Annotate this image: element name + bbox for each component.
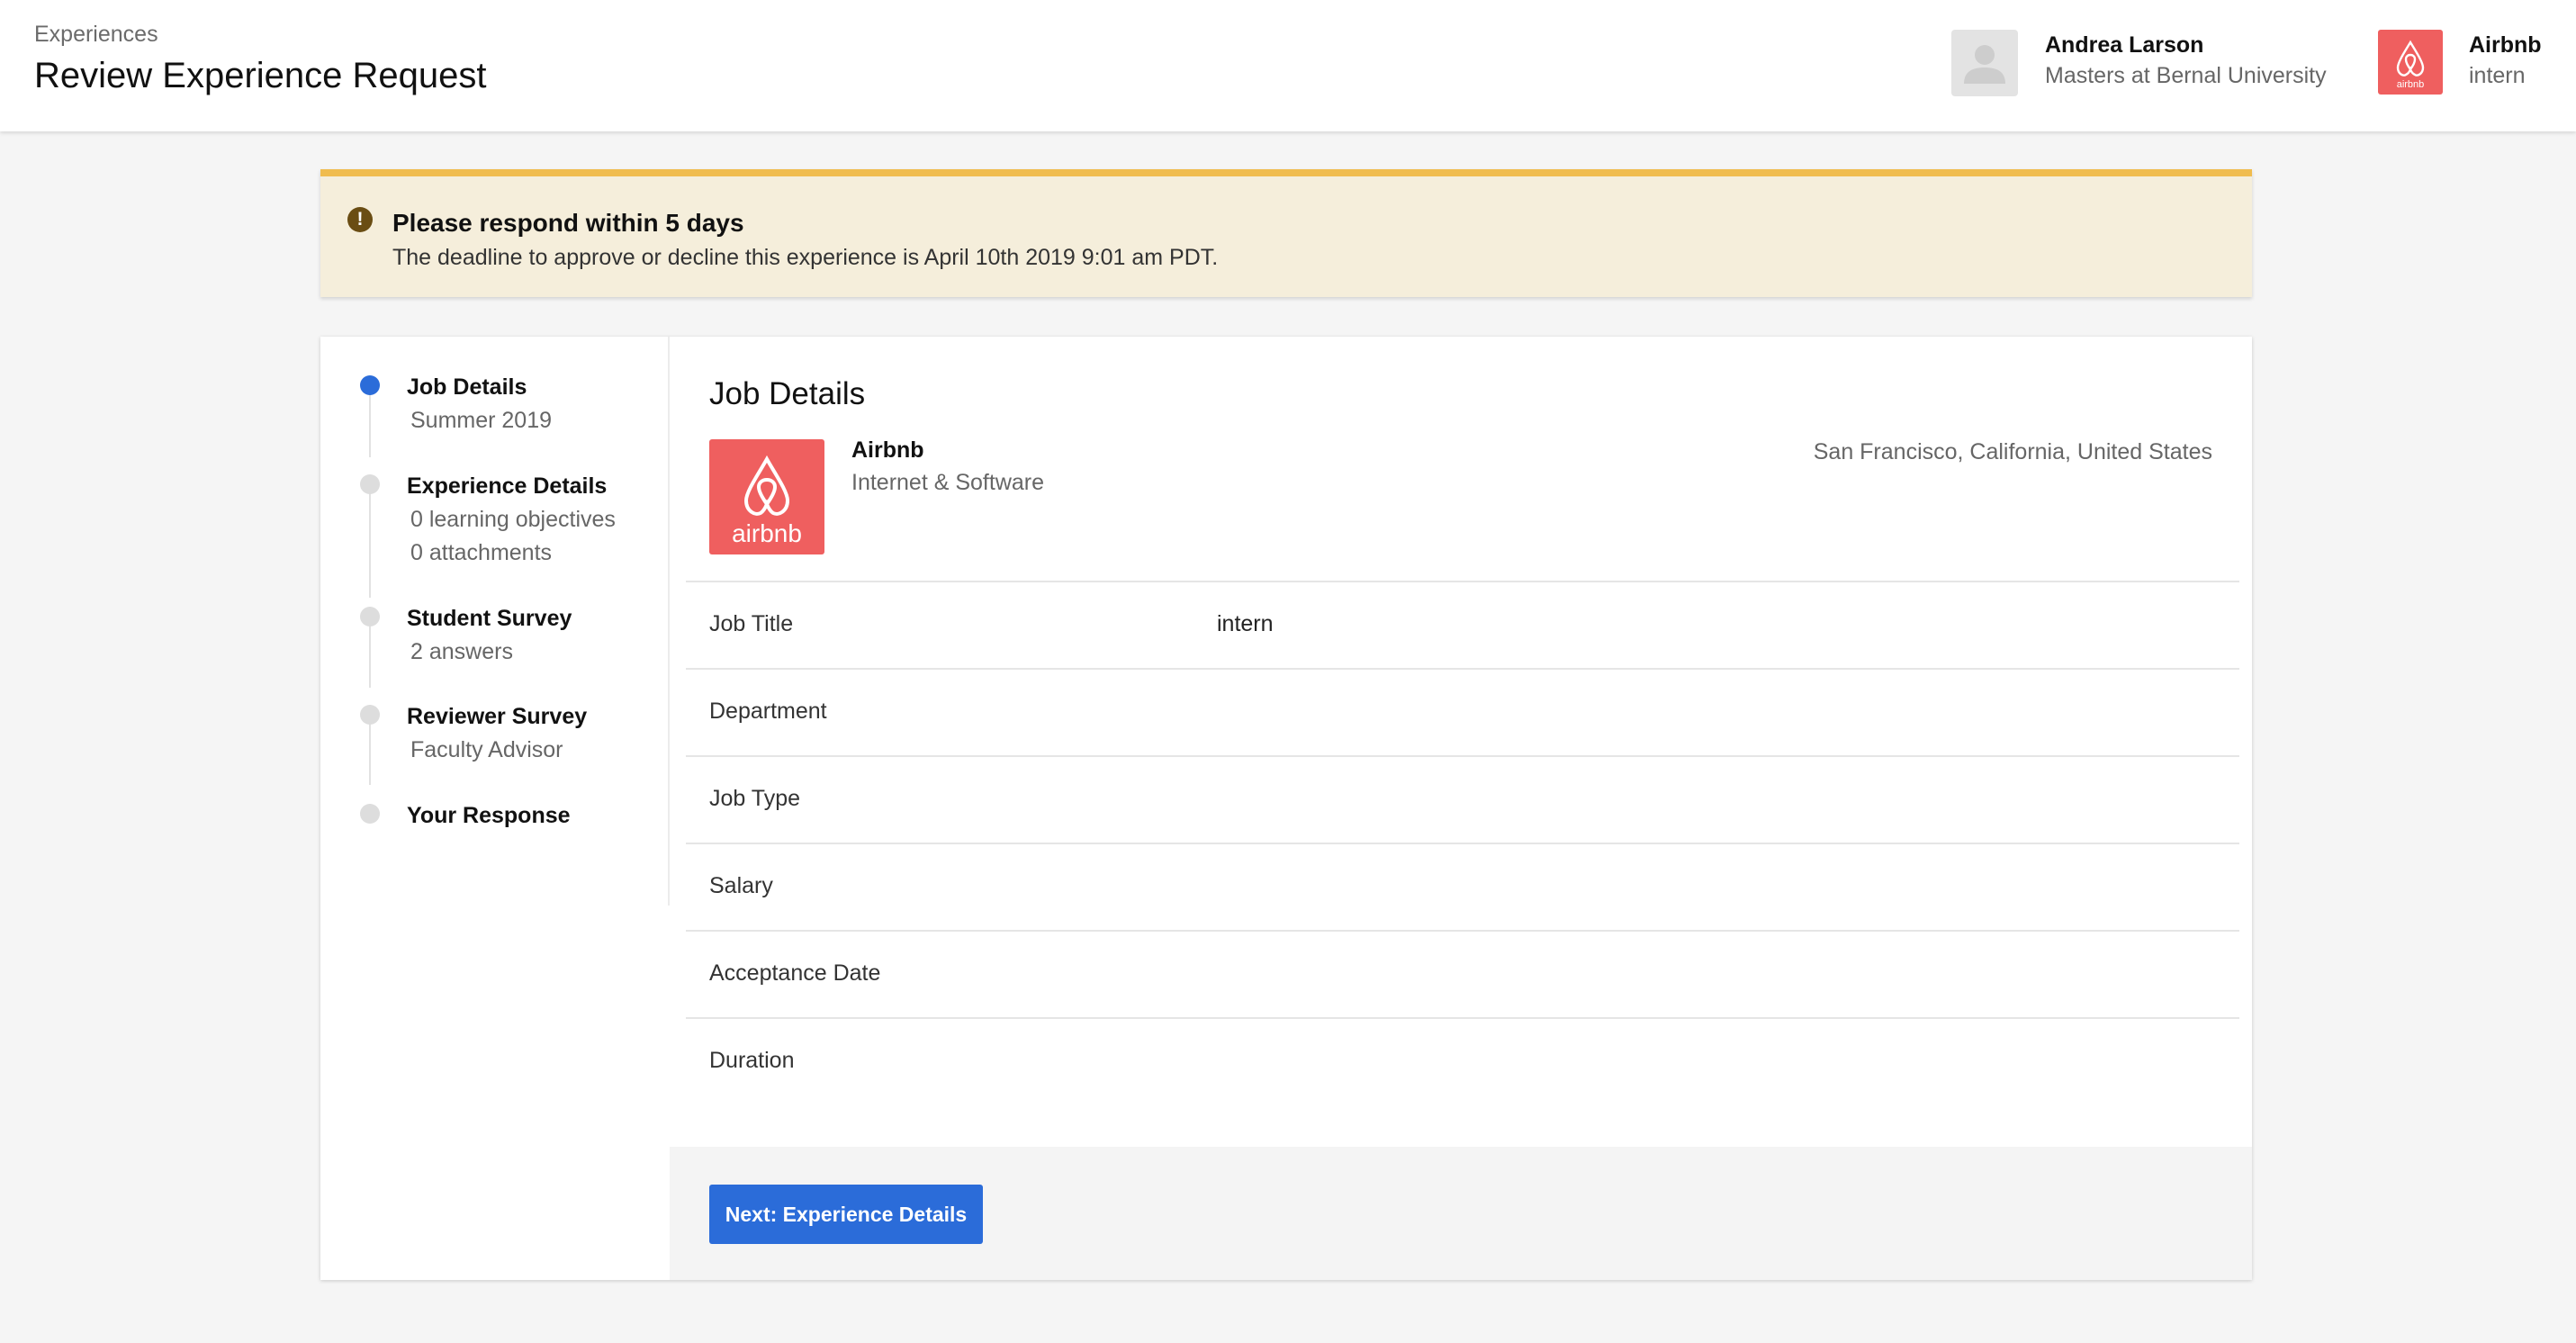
user-program: Masters at Bernal University <box>2045 63 2327 88</box>
step-connector <box>369 617 371 688</box>
field-row-job-title: Job Title intern <box>686 581 2239 670</box>
avatar <box>1951 30 2018 96</box>
field-label: Salary <box>709 873 773 898</box>
field-row-salary: Salary <box>686 843 2239 932</box>
company-logo: airbnb <box>709 439 824 554</box>
field-row-department: Department <box>686 668 2239 757</box>
company-location: San Francisco, California, United States <box>1813 439 2212 464</box>
field-label: Job Type <box>709 786 801 811</box>
field-label: Job Title <box>709 611 794 636</box>
company-name: Airbnb <box>851 437 924 463</box>
step-indicator <box>360 607 380 626</box>
exclamation-circle-icon: ! <box>347 207 373 232</box>
step-student-survey[interactable]: Student Survey <box>407 606 572 632</box>
company-logo-wordmark: airbnb <box>732 519 802 547</box>
step-sub: Faculty Advisor <box>410 737 563 762</box>
step-sub: 0 learning objectives <box>410 507 616 532</box>
alert-message: The deadline to approve or decline this … <box>392 245 1219 270</box>
org-logo-wordmark: airbnb <box>2397 79 2425 90</box>
organization-role: intern <box>2469 63 2526 88</box>
field-label: Acceptance Date <box>709 960 881 986</box>
page-header: Experiences Review Experience Request An… <box>0 0 2576 131</box>
airbnb-logo-icon: airbnb <box>732 455 802 547</box>
steps-divider <box>668 337 670 906</box>
step-indicator <box>360 474 380 494</box>
step-indicator <box>360 804 380 824</box>
airbnb-logo-icon: airbnb <box>2378 30 2443 95</box>
alert-title: Please respond within 5 days <box>392 209 744 237</box>
field-row-duration: Duration <box>686 1017 2239 1106</box>
step-your-response[interactable]: Your Response <box>407 803 571 829</box>
step-sub: Summer 2019 <box>410 408 553 433</box>
user-placeholder-icon <box>1964 45 2005 84</box>
step-sub: 2 answers <box>410 639 513 664</box>
organization-name: Airbnb <box>2469 32 2542 58</box>
review-card: Job Details Summer 2019 Experience Detai… <box>320 337 2252 1280</box>
section-title: Job Details <box>709 376 866 411</box>
field-row-job-type: Job Type <box>686 755 2239 844</box>
progress-steps: Job Details Summer 2019 Experience Detai… <box>320 337 670 1280</box>
field-label: Department <box>709 699 827 724</box>
next-experience-details-button[interactable]: Next: Experience Details <box>709 1185 983 1244</box>
breadcrumb[interactable]: Experiences <box>34 22 158 48</box>
company-industry: Internet & Software <box>851 470 1045 495</box>
step-connector <box>369 483 371 598</box>
field-row-acceptance-date: Acceptance Date <box>686 930 2239 1019</box>
step-sub: 0 attachments <box>410 540 553 565</box>
step-experience-details[interactable]: Experience Details <box>407 473 607 500</box>
deadline-alert: ! Please respond within 5 days The deadl… <box>320 169 2252 297</box>
step-indicator <box>360 705 380 725</box>
step-indicator-active <box>360 375 380 395</box>
field-value: intern <box>1217 611 1274 636</box>
page-title: Review Experience Request <box>34 56 487 95</box>
step-reviewer-survey[interactable]: Reviewer Survey <box>407 704 587 730</box>
card-footer: Next: Experience Details <box>670 1147 2252 1280</box>
user-name: Andrea Larson <box>2045 32 2204 58</box>
field-label: Duration <box>709 1048 795 1073</box>
step-job-details[interactable]: Job Details <box>407 374 527 401</box>
